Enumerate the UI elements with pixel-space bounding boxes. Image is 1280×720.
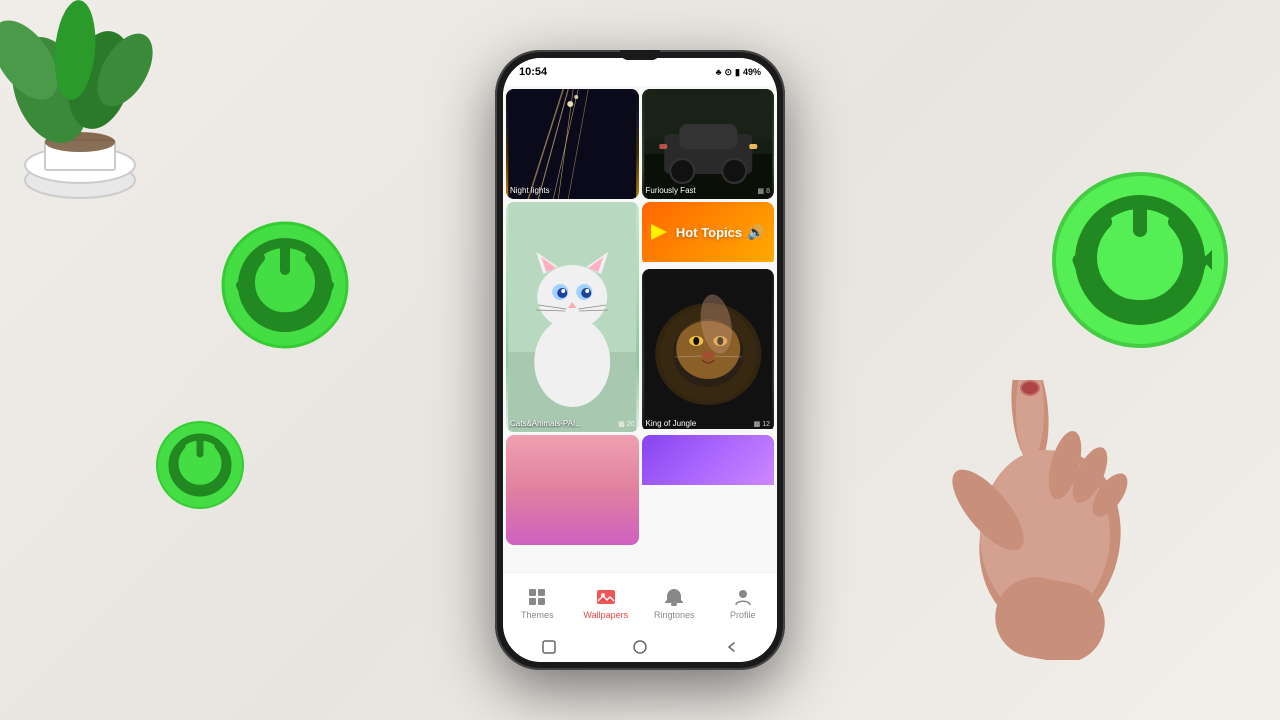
bottom-navigation: Themes Wallpapers <box>503 572 777 632</box>
night-lights-label: Night lights <box>510 186 550 195</box>
wallpapers-icon <box>595 586 617 608</box>
plant-decoration <box>0 0 190 210</box>
night-lights-item[interactable]: Night lights <box>506 89 639 199</box>
hand-overlay <box>900 380 1200 660</box>
power-icon-left-middle <box>220 220 350 350</box>
wallpapers-label: Wallpapers <box>583 610 628 620</box>
hot-topics-text: Hot Topics <box>676 225 742 240</box>
ringtones-icon <box>663 586 685 608</box>
scene: 10:54 ♣ ⊙ ▮ 49% <box>0 0 1280 720</box>
hot-topics-item[interactable]: Hot Topics 🔊 <box>642 202 775 266</box>
pink-item[interactable] <box>506 435 639 545</box>
wallpaper-grid: Night lights <box>503 86 777 548</box>
themes-icon <box>526 586 548 608</box>
king-of-jungle-label: King of Jungle <box>646 419 697 428</box>
cats-animals-label: Cats&Animals-PAI... <box>510 419 582 428</box>
nav-ringtones[interactable]: Ringtones <box>640 586 709 620</box>
bluetooth-icon: ♣ <box>716 67 722 77</box>
content-area[interactable]: Night lights <box>503 86 777 572</box>
cats-animals-item[interactable]: Cats&Animals-PAI... ▩ 20 <box>506 202 639 432</box>
power-icon-left-bottom <box>155 420 245 510</box>
profile-label: Profile <box>730 610 756 620</box>
android-back-btn[interactable] <box>723 639 739 655</box>
hot-topics-icon: 🔊 <box>747 224 764 241</box>
power-icon-right <box>1050 170 1230 350</box>
phone-screen: 10:54 ♣ ⊙ ▮ 49% <box>503 58 777 662</box>
nav-wallpapers[interactable]: Wallpapers <box>572 586 641 620</box>
status-time: 10:54 <box>519 66 547 78</box>
battery-icon: ▮ <box>735 67 740 78</box>
furiously-fast-item[interactable]: Furiously Fast ▩ 8 <box>642 89 775 199</box>
profile-icon <box>732 586 754 608</box>
purple-item[interactable] <box>642 435 775 545</box>
ringtones-label: Ringtones <box>654 610 695 620</box>
themes-label: Themes <box>521 610 554 620</box>
camera-notch <box>620 50 660 60</box>
furiously-fast-label: Furiously Fast <box>646 186 696 195</box>
phone-frame: 10:54 ♣ ⊙ ▮ 49% <box>495 50 785 670</box>
phone-device: 10:54 ♣ ⊙ ▮ 49% <box>495 50 785 670</box>
status-bar: 10:54 ♣ ⊙ ▮ 49% <box>503 58 777 86</box>
king-of-jungle-item[interactable]: King of Jungle ▩ 12 <box>642 269 775 433</box>
nav-themes[interactable]: Themes <box>503 586 572 620</box>
android-home-btn[interactable] <box>632 639 648 655</box>
wifi-icon: ⊙ <box>724 67 732 78</box>
status-icons: ♣ ⊙ ▮ 49% <box>716 67 761 78</box>
battery-percent: 49% <box>743 67 761 77</box>
nav-profile[interactable]: Profile <box>709 586 778 620</box>
android-navigation <box>503 632 777 662</box>
android-square-btn[interactable] <box>541 639 557 655</box>
